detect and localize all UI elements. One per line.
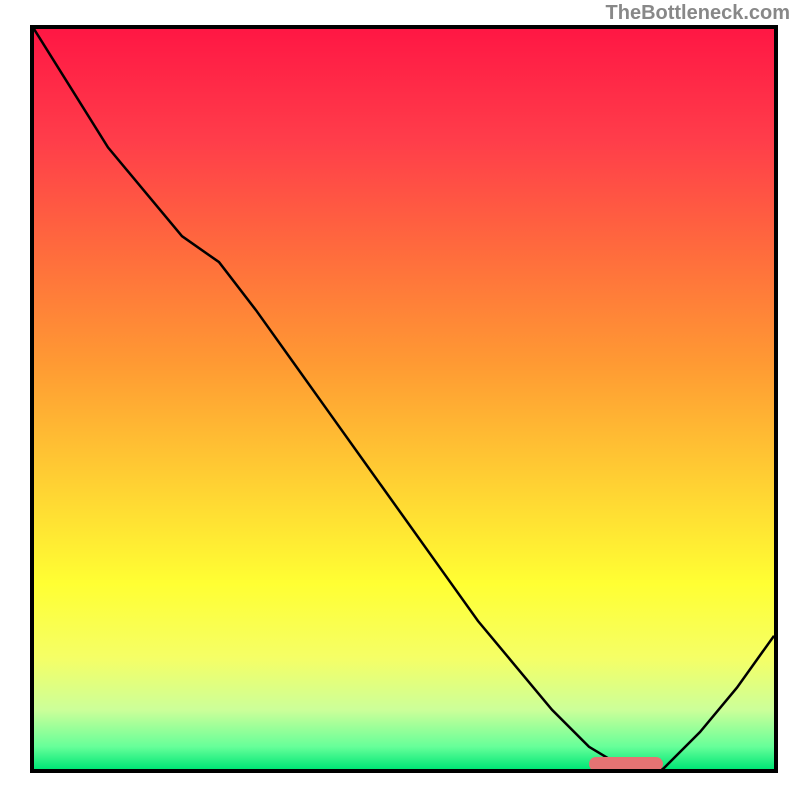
optimal-range-marker [589, 757, 663, 771]
watermark-text: TheBottleneck.com [606, 2, 790, 25]
chart-plot-area [30, 25, 778, 773]
bottleneck-curve [34, 29, 774, 769]
